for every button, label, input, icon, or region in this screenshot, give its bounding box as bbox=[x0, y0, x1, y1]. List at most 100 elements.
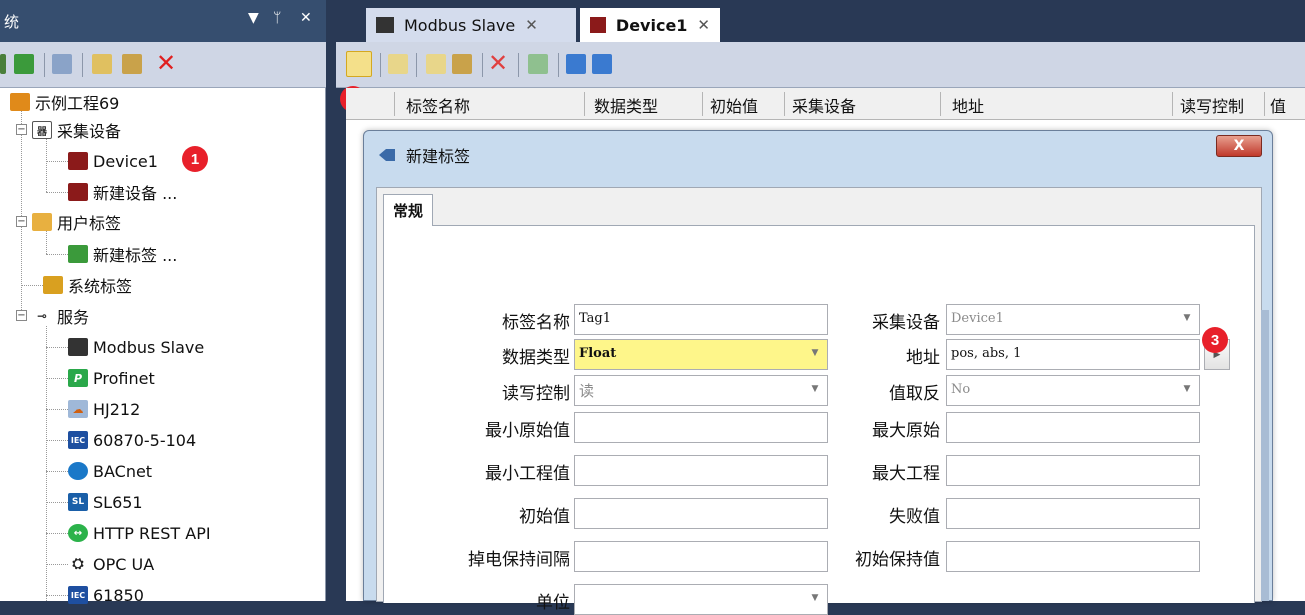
tree-line bbox=[46, 564, 68, 565]
import-icon[interactable] bbox=[566, 54, 586, 74]
acquisition-label: 采集设备 bbox=[57, 122, 122, 141]
modbus-icon bbox=[68, 338, 88, 356]
copy-icon[interactable] bbox=[92, 54, 112, 74]
project-tree: 示例工程69 − 器 采集设备 Device1 1 新建设备 ... − 用户标… bbox=[0, 88, 326, 605]
max-raw-input[interactable] bbox=[946, 412, 1200, 443]
column-header-value[interactable]: 值 bbox=[1270, 93, 1286, 117]
fail-value-input[interactable] bbox=[946, 498, 1200, 529]
address-label: 地址 bbox=[906, 348, 940, 368]
collapse-icon[interactable]: − bbox=[16, 124, 27, 135]
max-eng-input[interactable] bbox=[946, 455, 1200, 486]
panel-splitter[interactable] bbox=[326, 42, 346, 601]
tree-line bbox=[46, 471, 68, 472]
dropdown-icon[interactable]: ▼ bbox=[248, 10, 259, 26]
paste-icon[interactable] bbox=[122, 54, 142, 74]
min-raw-input[interactable] bbox=[574, 412, 828, 443]
tag-name-input[interactable]: Tag1 bbox=[574, 304, 828, 335]
tab-device1[interactable]: Device1 ✕ bbox=[580, 8, 720, 42]
unit-select[interactable]: ▼ bbox=[574, 584, 828, 615]
services-label: 服务 bbox=[57, 308, 90, 327]
user-tags-icon bbox=[32, 213, 52, 231]
column-separator bbox=[584, 92, 585, 116]
tab-close-icon[interactable]: ✕ bbox=[697, 16, 710, 34]
tree-line bbox=[21, 285, 43, 286]
column-header-device[interactable]: 采集设备 bbox=[792, 93, 856, 117]
copy-icon[interactable] bbox=[426, 54, 446, 74]
max-eng-label: 最大工程 bbox=[872, 464, 940, 484]
add-tag-icon[interactable] bbox=[14, 54, 34, 74]
tab-general[interactable]: 常规 bbox=[383, 194, 433, 226]
tree-node-profinet[interactable]: P Profinet bbox=[68, 364, 155, 392]
iec-61850-icon: IEC bbox=[68, 586, 88, 604]
service-label: SL651 bbox=[93, 492, 143, 512]
add-tag-icon[interactable] bbox=[346, 51, 372, 77]
tree-node-hj212[interactable]: ☁ HJ212 bbox=[68, 395, 140, 423]
rw-control-select[interactable]: 读 ▼ bbox=[574, 375, 828, 406]
column-header-data-type[interactable]: 数据类型 bbox=[594, 93, 658, 117]
tab-modbus-slave[interactable]: Modbus Slave ✕ bbox=[366, 8, 576, 42]
tree-line bbox=[46, 347, 68, 348]
min-eng-input[interactable] bbox=[574, 455, 828, 486]
solution-panel-titlebar: 统 ▼ ᛘ ✕ bbox=[0, 0, 326, 42]
delete-icon[interactable]: ✕ bbox=[488, 49, 508, 77]
tree-node-acquisition[interactable]: 器 采集设备 bbox=[32, 116, 121, 144]
fail-value-label: 失败值 bbox=[889, 507, 940, 527]
initial-value-label: 初始值 bbox=[519, 507, 570, 527]
chevron-down-icon: ▼ bbox=[811, 593, 819, 603]
data-type-label: 数据类型 bbox=[502, 348, 570, 368]
tree-node-project[interactable]: 示例工程69 bbox=[10, 88, 119, 116]
tree-node-system-tags[interactable]: 系统标签 bbox=[43, 271, 132, 299]
edit-icon[interactable] bbox=[388, 54, 408, 74]
close-icon[interactable]: ✕ bbox=[300, 10, 312, 26]
column-header-rw-control[interactable]: 读写控制 bbox=[1180, 93, 1244, 117]
dialog-scrollbar[interactable] bbox=[1261, 310, 1269, 601]
device-select[interactable]: Device1 ▼ bbox=[946, 304, 1200, 335]
delete-icon[interactable]: ✕ bbox=[156, 49, 176, 77]
data-type-select[interactable]: Float ▼ bbox=[574, 339, 828, 370]
bacnet-icon bbox=[68, 462, 88, 480]
service-label: Modbus Slave bbox=[93, 337, 205, 357]
properties-icon[interactable] bbox=[52, 54, 72, 74]
refresh-icon[interactable] bbox=[528, 54, 548, 74]
column-header-address[interactable]: 地址 bbox=[952, 93, 984, 117]
column-separator bbox=[784, 92, 785, 116]
callout-badge-3: 3 bbox=[1202, 327, 1228, 353]
invert-value: No bbox=[951, 382, 971, 397]
invert-label: 值取反 bbox=[889, 384, 940, 404]
export-icon[interactable] bbox=[592, 54, 612, 74]
device-group-icon: 器 bbox=[32, 121, 52, 139]
tree-node-sl651[interactable]: SL SL651 bbox=[68, 488, 143, 516]
tree-node-bacnet[interactable]: BACnet bbox=[68, 457, 152, 485]
tab-close-icon[interactable]: ✕ bbox=[525, 16, 538, 34]
service-label: HTTP REST API bbox=[93, 523, 211, 543]
tab-label: Device1 bbox=[615, 15, 688, 35]
column-header-initial-value[interactable]: 初始值 bbox=[710, 93, 758, 117]
initial-retain-input[interactable] bbox=[946, 541, 1200, 572]
tree-node-device1[interactable]: Device1 bbox=[68, 147, 158, 175]
tree-node-http-rest-api[interactable]: ↔ HTTP REST API bbox=[68, 519, 211, 547]
tree-node-opc-ua[interactable]: ⛭ OPC UA bbox=[68, 550, 154, 578]
column-header-tag-name[interactable]: 标签名称 bbox=[406, 93, 470, 117]
http-icon: ↔ bbox=[68, 524, 88, 542]
retain-interval-input[interactable] bbox=[574, 541, 828, 572]
dialog-titlebar: 新建标签 bbox=[378, 143, 470, 167]
paste-icon[interactable] bbox=[452, 54, 472, 74]
collapse-icon[interactable]: − bbox=[16, 216, 27, 227]
tag-name-label: 标签名称 bbox=[502, 313, 570, 333]
tree-line bbox=[46, 254, 68, 255]
tree-node-services[interactable]: ⊸ 服务 bbox=[32, 302, 89, 330]
tree-node-new-device[interactable]: 新建设备 ... bbox=[68, 178, 177, 206]
collapse-icon[interactable]: − bbox=[16, 310, 27, 321]
pin-icon[interactable]: ᛘ bbox=[273, 10, 281, 26]
tree-node-modbus-slave[interactable]: Modbus Slave bbox=[68, 333, 204, 361]
tree-node-61850[interactable]: IEC 61850 bbox=[68, 581, 144, 609]
dialog-close-button[interactable]: X bbox=[1216, 135, 1262, 157]
tree-node-user-tags[interactable]: 用户标签 bbox=[32, 208, 121, 236]
iec-icon: IEC bbox=[68, 431, 88, 449]
invert-select[interactable]: No ▼ bbox=[946, 375, 1200, 406]
tree-node-new-tag[interactable]: 新建标签 ... bbox=[68, 240, 177, 268]
address-input[interactable]: pos, abs, 1 bbox=[946, 339, 1200, 370]
tree-node-iec104[interactable]: IEC 60870-5-104 bbox=[68, 426, 196, 454]
initial-value-input[interactable] bbox=[574, 498, 828, 529]
toolbar-separator bbox=[558, 53, 559, 77]
